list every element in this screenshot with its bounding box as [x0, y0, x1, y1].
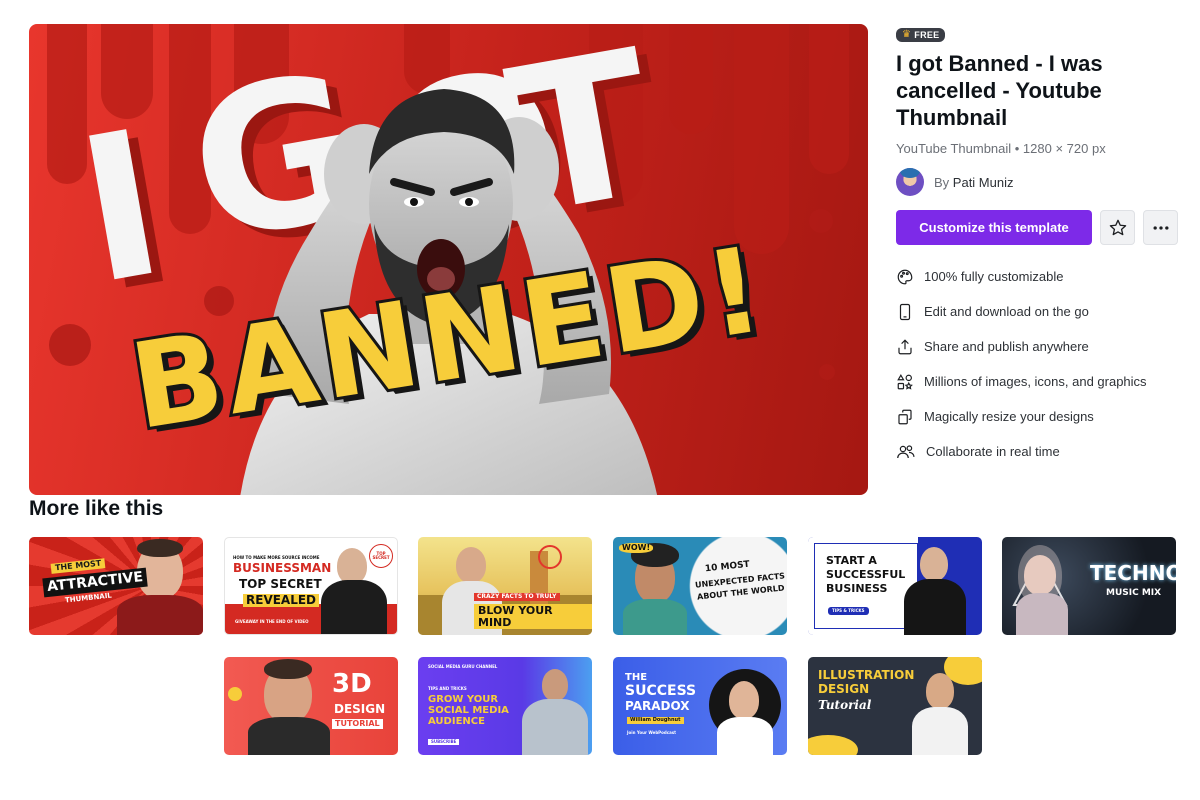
- thumbnail-text: ILLUSTRATION: [818, 668, 915, 682]
- template-thumbnail[interactable]: TECHNO MUSIC MIX: [1002, 537, 1176, 635]
- thumbnail-text: DESIGN: [334, 702, 386, 716]
- hero-letter-i: I: [64, 87, 178, 330]
- feature-item: Collaborate in real time: [896, 434, 1186, 469]
- customize-template-button[interactable]: Customize this template: [896, 210, 1092, 245]
- feature-list: 100% fully customizable Edit and downloa…: [896, 259, 1186, 469]
- palette-icon: [897, 269, 913, 284]
- star-icon: [1109, 219, 1126, 235]
- thumbnail-text: REVEALED: [243, 594, 320, 607]
- share-icon: [898, 338, 912, 354]
- thumbnail-text: BUSINESSMAN: [233, 561, 332, 575]
- thumbnail-text: THE: [625, 672, 648, 683]
- thumbnail-text: CRAZY FACTS TO TRULY: [474, 593, 560, 602]
- thumbnail-text: TUTORIAL: [332, 719, 383, 730]
- thumbnail-text: TECHNO: [1090, 561, 1176, 585]
- thumbnail-text: WOW!: [619, 543, 654, 554]
- template-thumbnail[interactable]: WOW! 10 MOST UNEXPECTED FACTS ABOUT THE …: [613, 537, 787, 635]
- feature-item: Millions of images, icons, and graphics: [896, 364, 1186, 399]
- thumbnail-text: THUMBNAIL: [64, 591, 113, 605]
- template-thumbnail[interactable]: START A SUCCESSFUL BUSINESS TIPS & TRICK…: [808, 537, 982, 635]
- thumbnail-text: GROW YOUR: [428, 694, 499, 705]
- thumbnail-text: BLOW YOUR MIND: [474, 604, 592, 630]
- template-meta: YouTube Thumbnail • 1280 × 720 px: [896, 141, 1106, 156]
- feature-label: Millions of images, icons, and graphics: [924, 374, 1147, 389]
- feature-item: Share and publish anywhere: [896, 329, 1186, 364]
- thumbnail-text: William Doughnut: [627, 717, 684, 725]
- feature-item: Magically resize your designs: [896, 399, 1186, 434]
- action-bar: Customize this template: [896, 210, 1186, 245]
- thumbnail-text: SUCCESS: [625, 683, 697, 699]
- free-badge-label: FREE: [914, 30, 940, 40]
- thumbnail-text: HOW TO MAKE MORE SOURCE INCOME: [233, 555, 320, 560]
- thumbnail-text: Tutorial: [818, 698, 872, 712]
- thumbnail-text: 3D: [332, 669, 372, 699]
- template-thumbnail[interactable]: THE MOST ATTRACTIVE THUMBNAIL: [29, 537, 203, 635]
- thumbnail-text: SOCIAL MEDIA GURU CHANNEL: [428, 664, 498, 669]
- template-thumbnail[interactable]: HOW TO MAKE MORE SOURCE INCOME BUSINESSM…: [224, 537, 398, 635]
- template-thumbnail[interactable]: 3D DESIGN TUTORIAL: [224, 657, 398, 755]
- template-preview[interactable]: I G O T: [29, 24, 868, 495]
- thumbnail-text: START A: [826, 554, 877, 567]
- thumbnail-text: DESIGN: [818, 682, 870, 696]
- thumbnail-text: SUCCESSFUL: [826, 568, 906, 581]
- thumbnail-text: Join Your WebPodcast: [627, 730, 677, 735]
- more-dots-icon: [1153, 225, 1168, 230]
- thumbnail-stamp: TOP SECRET: [369, 544, 393, 568]
- template-thumbnail[interactable]: SOCIAL MEDIA GURU CHANNEL TIPS AND TRICK…: [418, 657, 592, 755]
- thumbnail-text: TIPS AND TRICKS: [428, 686, 467, 691]
- feature-label: Collaborate in real time: [926, 444, 1060, 459]
- thumbnail-text: PARADOX: [625, 699, 690, 713]
- feature-label: Magically resize your designs: [924, 409, 1094, 424]
- collaborate-icon: [897, 444, 915, 458]
- thumbnail-text: AUDIENCE: [428, 716, 485, 727]
- template-title: I got Banned - I was cancelled - Youtube…: [896, 51, 1103, 130]
- thumbnail-text: SOCIAL MEDIA: [428, 705, 509, 716]
- phone-icon: [899, 303, 911, 320]
- thumbnail-text: MUSIC MIX: [1106, 588, 1162, 598]
- template-thumbnail[interactable]: CRAZY FACTS TO TRULY BLOW YOUR MIND: [418, 537, 592, 635]
- thumbnail-text: TIPS & TRICKS: [828, 607, 869, 616]
- favorite-button[interactable]: [1100, 210, 1135, 245]
- shapes-icon: [897, 373, 913, 390]
- author-name-link[interactable]: Pati Muniz: [953, 175, 1014, 190]
- feature-item: Edit and download on the go: [896, 294, 1186, 329]
- feature-label: Share and publish anywhere: [924, 339, 1089, 354]
- more-like-this-heading: More like this: [29, 497, 164, 520]
- resize-icon: [898, 409, 912, 424]
- crown-icon: ♛: [902, 29, 912, 40]
- template-thumbnail[interactable]: THE SUCCESS PARADOX William Doughnut Joi…: [613, 657, 787, 755]
- thumbnail-text: TOP SECRET: [239, 577, 322, 591]
- template-info-panel: ♛ FREE I got Banned - I was cancelled - …: [896, 24, 1186, 469]
- free-badge: ♛ FREE: [896, 28, 946, 42]
- author-row[interactable]: By Pati Muniz: [896, 168, 1186, 196]
- feature-label: Edit and download on the go: [924, 304, 1089, 319]
- template-thumbnail[interactable]: ILLUSTRATION DESIGN Tutorial: [808, 657, 982, 755]
- author-prefix: By: [934, 174, 950, 190]
- feature-item: 100% fully customizable: [896, 259, 1186, 294]
- feature-label: 100% fully customizable: [924, 269, 1064, 284]
- thumbnail-text: GIVEAWAY IN THE END OF VIDEO: [235, 619, 309, 624]
- thumbnail-text: BUSINESS: [826, 582, 888, 595]
- author-avatar[interactable]: [896, 168, 924, 196]
- author-byline: By Pati Muniz: [934, 175, 1014, 190]
- thumbnail-text: SUBSCRIBE: [428, 739, 460, 746]
- more-options-button[interactable]: [1143, 210, 1178, 245]
